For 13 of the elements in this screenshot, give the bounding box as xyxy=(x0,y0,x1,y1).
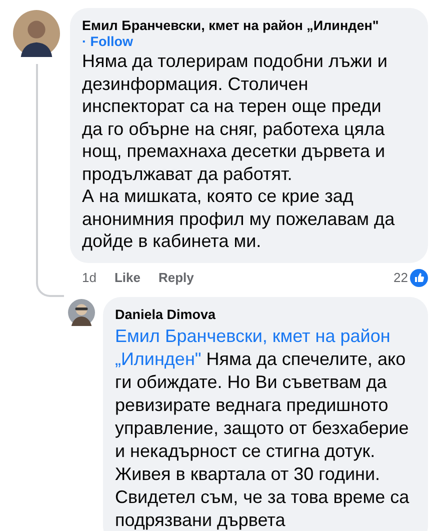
author-name[interactable]: Емил Бранчевски, кмет на район „Илинден" xyxy=(82,18,379,33)
comment-action[interactable]: Like xyxy=(114,270,140,285)
comment-time: 1d xyxy=(82,270,96,285)
comment-text: А на мишката, която се крие зад анонимния профил му пожелавам да дойде в кабинета ми. xyxy=(82,185,396,252)
comment-action[interactable]: Reply xyxy=(158,270,194,285)
avatar-icon[interactable] xyxy=(13,10,60,57)
comment-text: Няма да толерирам подобни лъжи и дезинформация. Столичен инспекторат са на терен още преди да го обърне на сняг, работеха цяла нощ, премахнаха десетки дървета и продължават да работят. xyxy=(82,50,388,185)
avatar-icon[interactable] xyxy=(68,298,95,326)
follow-link[interactable]: · Follow xyxy=(82,34,133,49)
like-icon[interactable] xyxy=(410,268,428,286)
reaction-count[interactable]: 22 xyxy=(394,270,408,285)
reply-text: Емил Бранчевски, кмет на район „Илинден" Няма да спечелите, ако ги обиждате. Но Ви съветвам да ревизирате веднага предишното управление, защото от безхаберие и некадърност се стигна дотук. Живея в квартала от 30 години. Свидетел съм, че за това време са подрязвани дървета xyxy=(115,324,410,531)
author-name[interactable]: Daniela Dimova xyxy=(115,306,216,322)
